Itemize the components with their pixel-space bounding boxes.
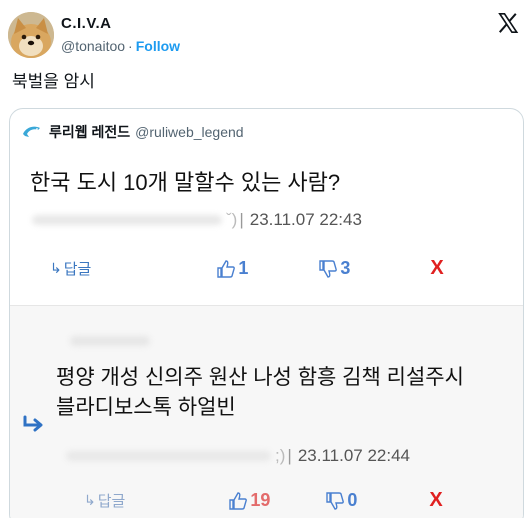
author-handle[interactable]: @tonaitoo [61,38,125,54]
post-1-datetime: 23.11.07 22:43 [249,210,362,229]
meta-separator: | [239,210,244,229]
tweet-text: 북벌을 암시 [12,72,95,91]
upvote-count: 1 [238,258,249,278]
separator-dot: · [128,38,133,54]
reply-button[interactable]: ↳ 답글 [50,258,91,279]
downvote-button[interactable]: 3 [318,258,350,279]
reply-arrow-icon: ↳ [84,492,96,508]
post-2-author-tail: ;) [275,446,286,465]
reply-button[interactable]: ↳ 답글 [84,490,125,511]
thumbs-up-icon [229,491,248,510]
downvote-button[interactable]: 0 [325,490,357,511]
quoted-tweet-card[interactable]: 루리웹 레전드 @ruliweb_legend 한국 도시 10개 말할수 있는… [9,108,524,518]
thumbs-down-icon [319,259,338,278]
post-1-author-tail: ˇ) [226,210,238,229]
report-x-button[interactable]: X [429,489,442,512]
downvote-count: 3 [340,258,351,278]
upvote-button[interactable]: 1 [216,258,248,279]
quote-author-handle[interactable]: @ruliweb_legend [135,124,243,140]
reply-label: 답글 [63,261,92,278]
x-logo-icon[interactable] [497,12,519,34]
follow-button[interactable]: Follow [136,38,180,54]
post-2-meta: ;) | 23.11.07 22:44 [66,446,410,466]
reply-label: 답글 [97,493,126,510]
blurred-author [66,451,271,461]
author-line: @tonaitoo · Follow [61,36,180,56]
avatar[interactable] [8,12,54,58]
post-2-text: 평양 개성 신의주 원산 나성 함흥 김책 리설주시 블라디보스톡 하얼빈 [56,366,464,419]
quote-header: 루리웹 레전드 @ruliweb_legend [22,122,244,142]
author-name[interactable]: C.I.V.A [61,14,180,34]
post-2-actions: ↳ 답글 19 0 X [84,489,504,512]
quote-author-name[interactable]: 루리웹 레전드 [49,122,130,142]
post-2-datetime: 23.11.07 22:44 [297,446,410,465]
upvote-button[interactable]: 19 [228,490,270,511]
blurred-author-top [70,336,150,346]
blurred-author [32,215,222,225]
thumbs-up-icon [217,259,236,278]
reply-arrow-icon: ↳ [50,260,62,276]
thumbs-down-icon [326,491,345,510]
downvote-count: 0 [347,490,358,510]
post-1-meta: ˇ) | 23.11.07 22:43 [32,210,362,230]
meta-separator: | [287,446,292,465]
post-1-text: 한국 도시 10개 말할수 있는 사람? [30,170,341,195]
dolphin-icon [23,126,40,137]
reply-arrow-icon [23,415,43,432]
post-1-actions: ↳ 답글 1 3 X [50,257,490,280]
tweet-author: C.I.V.A @tonaitoo · Follow [61,14,180,56]
upvote-count: 19 [250,490,271,510]
doge-avatar-image [8,12,54,58]
report-x-button[interactable]: X [430,257,443,280]
